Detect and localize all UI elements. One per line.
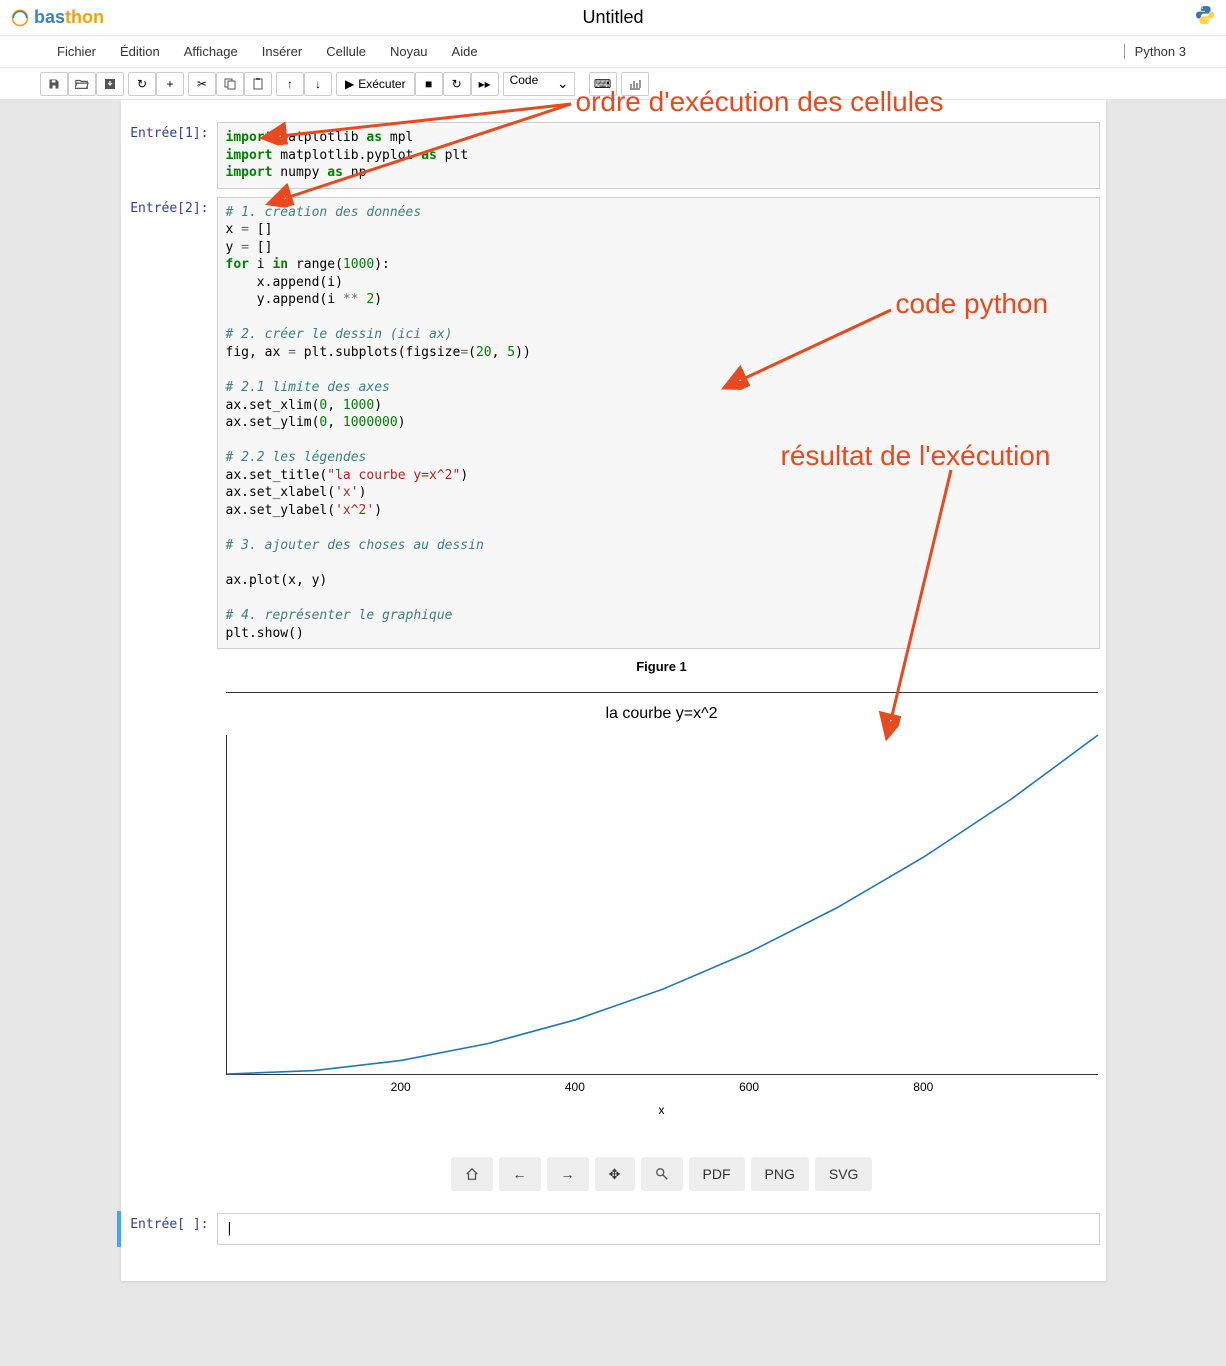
plot-zoom-button[interactable] bbox=[641, 1157, 683, 1191]
x-tick: 800 bbox=[913, 1080, 933, 1094]
cell-3-prompt: Entrée[ ]: bbox=[127, 1213, 217, 1245]
x-tick: 200 bbox=[391, 1080, 411, 1094]
cell-1-prompt: Entrée[1]: bbox=[127, 122, 217, 189]
basthon-logo-icon bbox=[10, 8, 30, 28]
menu-bar: Fichier Édition Affichage Insérer Cellul… bbox=[0, 36, 1226, 68]
menu-edition[interactable]: Édition bbox=[108, 44, 172, 59]
cell-2-prompt: Entrée[2]: bbox=[127, 197, 217, 650]
keyboard-button[interactable]: ⌨ bbox=[589, 72, 617, 96]
python-icon bbox=[1194, 4, 1216, 32]
cell-3-code[interactable]: | bbox=[217, 1213, 1100, 1245]
logo: basthon bbox=[10, 7, 104, 28]
open-button[interactable] bbox=[68, 72, 96, 96]
save-button[interactable] bbox=[40, 72, 68, 96]
cell-2[interactable]: Entrée[2]: # 1. création des données x =… bbox=[121, 195, 1106, 652]
restart-button[interactable]: ↻ bbox=[443, 72, 471, 96]
menu-noyau[interactable]: Noyau bbox=[378, 44, 440, 59]
plot-png-button[interactable]: PNG bbox=[751, 1157, 809, 1191]
add-cell-button[interactable]: + bbox=[156, 72, 184, 96]
plot-toolbar: ← → ✥ PDF PNG SVG bbox=[226, 1157, 1098, 1191]
cell-1-code[interactable]: import matplotlib as mpl import matplotl… bbox=[217, 122, 1100, 189]
plot-forward-button[interactable]: → bbox=[547, 1157, 589, 1191]
chart: la courbe y=x^2 200400600800 x ← → ✥ PDF… bbox=[226, 692, 1098, 1191]
plot-home-button[interactable] bbox=[451, 1157, 493, 1191]
notebook: Entrée[1]: import matplotlib as mpl impo… bbox=[121, 100, 1106, 1281]
cell-type-select[interactable]: Code bbox=[503, 72, 575, 96]
x-tick: 400 bbox=[565, 1080, 585, 1094]
menu-fichier[interactable]: Fichier bbox=[45, 44, 108, 59]
plot-svg-button[interactable]: SVG bbox=[815, 1157, 873, 1191]
menu-aide[interactable]: Aide bbox=[440, 44, 490, 59]
undo-button[interactable]: ↻ bbox=[128, 72, 156, 96]
cell-3[interactable]: Entrée[ ]: | bbox=[117, 1211, 1106, 1247]
stop-button[interactable]: ■ bbox=[415, 72, 443, 96]
copy-button[interactable] bbox=[216, 72, 244, 96]
chart-title: la courbe y=x^2 bbox=[226, 697, 1098, 723]
x-tick: 600 bbox=[739, 1080, 759, 1094]
toolbar: ↻ + ✂ ↑ ↓ ▶Exécuter ■ ↻ ▸▸ Code ⌨ bbox=[0, 68, 1226, 100]
output-area: Figure 1 la courbe y=x^2 200400600800 x … bbox=[226, 659, 1098, 1191]
fast-forward-button[interactable]: ▸▸ bbox=[471, 72, 499, 96]
download-button[interactable] bbox=[96, 72, 124, 96]
page-background: Entrée[1]: import matplotlib as mpl impo… bbox=[0, 100, 1226, 1366]
run-button[interactable]: ▶Exécuter bbox=[336, 72, 415, 96]
plot-pdf-button[interactable]: PDF bbox=[689, 1157, 745, 1191]
x-axis-label: x bbox=[226, 1103, 1098, 1117]
plot-back-button[interactable]: ← bbox=[499, 1157, 541, 1191]
move-down-button[interactable]: ↓ bbox=[304, 72, 332, 96]
header-bar: basthon Untitled bbox=[0, 0, 1226, 36]
paste-button[interactable] bbox=[244, 72, 272, 96]
move-up-button[interactable]: ↑ bbox=[276, 72, 304, 96]
menu-affichage[interactable]: Affichage bbox=[172, 44, 250, 59]
plot-pan-button[interactable]: ✥ bbox=[595, 1157, 635, 1191]
page-title[interactable]: Untitled bbox=[582, 7, 643, 28]
plot-area: 200400600800 bbox=[226, 735, 1098, 1075]
cut-button[interactable]: ✂ bbox=[188, 72, 216, 96]
figure-label: Figure 1 bbox=[226, 659, 1098, 674]
cell-2-code[interactable]: # 1. création des données x = [] y = [] … bbox=[217, 197, 1100, 650]
menu-inserer[interactable]: Insérer bbox=[250, 44, 314, 59]
chart-button[interactable] bbox=[621, 72, 649, 96]
kernel-indicator: Python 3 bbox=[1124, 44, 1186, 59]
menu-cellule[interactable]: Cellule bbox=[314, 44, 378, 59]
cell-1[interactable]: Entrée[1]: import matplotlib as mpl impo… bbox=[121, 120, 1106, 191]
